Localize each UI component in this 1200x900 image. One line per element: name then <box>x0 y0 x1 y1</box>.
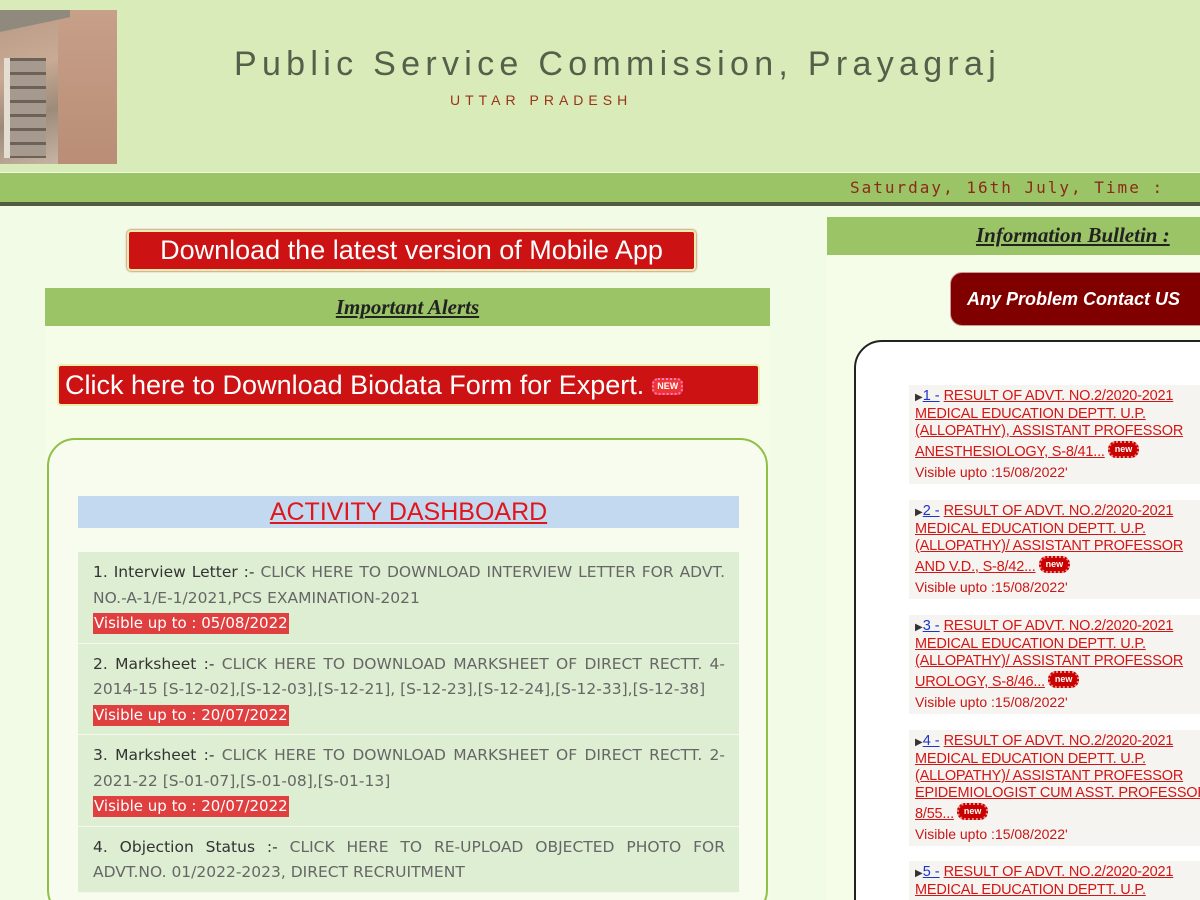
site-title: Public Service Commission, Prayagraj <box>234 45 1002 83</box>
item-label: 2. Marksheet :- <box>93 654 215 673</box>
information-bulletin-header: Information Bulletin : <box>827 217 1200 255</box>
item-link[interactable]: MEDICAL EDUCATION DEPTT. U.P. <box>915 406 1146 422</box>
right-column: Information Bulletin : Any Problem Conta… <box>827 217 1200 900</box>
item-link[interactable]: MEDICAL EDUCATION DEPTT. U.P. <box>915 751 1146 767</box>
item-number[interactable]: 3 - <box>923 618 940 634</box>
item-link[interactable]: MEDICAL EDUCATION DEPTT. U.P. <box>915 882 1146 898</box>
item-number[interactable]: 2 - <box>923 503 940 519</box>
left-column: Download the latest version of Mobile Ap… <box>0 210 815 900</box>
item-link[interactable]: (ALLOPATHY), ASSISTANT PROFESSOR <box>915 423 1183 439</box>
arrow-icon: ▶ <box>915 392 923 403</box>
new-icon: new <box>1047 671 1080 688</box>
bulletin-list: ▶1 - RESULT OF ADVT. NO.2/2020-2021 MEDI… <box>854 340 1200 900</box>
arrow-icon: ▶ <box>915 737 923 748</box>
important-alerts-header: Important Alerts <box>45 288 770 326</box>
visible-until-text: Visible upto :15/08/2022' <box>915 694 1068 710</box>
list-item[interactable]: 4. Objection Status :- CLICK HERE TO RE-… <box>78 826 739 893</box>
biodata-button-label: Click here to Download Biodata Form for … <box>65 370 645 400</box>
new-icon: new <box>1038 556 1071 573</box>
item-label: 4. Objection Status :- <box>93 837 278 856</box>
date-time-ticker: Saturday, 16th July, Time : <box>850 178 1165 197</box>
item-link[interactable]: RESULT OF ADVT. NO.2/2020-2021 <box>944 618 1174 634</box>
visible-until-text: Visible upto :15/08/2022' <box>915 826 1068 842</box>
item-link[interactable]: 8/55... <box>915 806 954 822</box>
list-item[interactable]: ▶4 - RESULT OF ADVT. NO.2/2020-2021 MEDI… <box>909 730 1200 846</box>
item-link[interactable]: RESULT OF ADVT. NO.2/2020-2021 <box>944 388 1174 404</box>
building-photo <box>0 10 117 164</box>
new-icon: new <box>1107 441 1140 458</box>
list-item[interactable]: ▶2 - RESULT OF ADVT. NO.2/2020-2021 MEDI… <box>909 500 1200 599</box>
important-alerts-title: Important Alerts <box>335 295 480 319</box>
visible-until-text: Visible upto :15/08/2022' <box>915 464 1068 480</box>
list-item[interactable]: 3. Marksheet :- CLICK HERE TO DOWNLOAD M… <box>78 735 739 827</box>
item-label: 1. Interview Letter :- <box>93 563 255 581</box>
visible-until-text: Visible upto :15/08/2022' <box>915 579 1068 595</box>
visible-until-badge: Visible up to : 20/07/2022 <box>93 704 289 726</box>
item-link[interactable]: RESULT OF ADVT. NO.2/2020-2021 <box>944 733 1174 749</box>
download-biodata-form-button[interactable]: Click here to Download Biodata Form for … <box>57 364 760 406</box>
information-bulletin-title: Information Bulletin : <box>976 223 1170 247</box>
arrow-icon: ▶ <box>915 622 923 633</box>
item-link[interactable]: (ALLOPATHY)/ ASSISTANT PROFESSOR <box>915 768 1183 784</box>
arrow-icon: ▶ <box>915 507 923 518</box>
item-link[interactable]: (ALLOPATHY)/ ASSISTANT PROFESSOR <box>915 653 1183 669</box>
dashboard-list: 1. Interview Letter :- CLICK HERE TO DOW… <box>78 552 739 893</box>
item-link[interactable]: (ALLOPATHY)/ ASSISTANT PROFESSOR <box>915 538 1183 554</box>
list-item[interactable]: ▶3 - RESULT OF ADVT. NO.2/2020-2021 MEDI… <box>909 615 1200 714</box>
activity-dashboard-title[interactable]: ACTIVITY DASHBOARD <box>78 496 739 528</box>
arrow-icon: ▶ <box>915 868 923 879</box>
item-link[interactable]: EPIDEMIOLOGIST CUM ASST. PROFESSOR <box>915 785 1200 801</box>
contact-us-button[interactable]: Any Problem Contact US <box>950 272 1200 326</box>
item-link[interactable]: MEDICAL EDUCATION DEPTT. U.P. <box>915 521 1146 537</box>
visible-until-badge: Visible up to : 20/07/2022 <box>93 796 289 817</box>
item-link[interactable]: ANESTHESIOLOGY, S-8/41... <box>915 444 1105 460</box>
download-mobile-app-button[interactable]: Download the latest version of Mobile Ap… <box>127 230 696 271</box>
list-item[interactable]: ▶5 - RESULT OF ADVT. NO.2/2020-2021 MEDI… <box>909 861 1200 900</box>
item-link[interactable]: AND V.D., S-8/42... <box>915 559 1036 575</box>
site-header: Public Service Commission, Prayagraj UTT… <box>0 0 1200 172</box>
item-number[interactable]: 4 - <box>923 733 940 749</box>
activity-dashboard: ACTIVITY DASHBOARD 1. Interview Letter :… <box>47 438 768 900</box>
new-icon: NEW <box>652 378 684 396</box>
item-number[interactable]: 5 - <box>923 864 940 880</box>
item-number[interactable]: 1 - <box>923 388 940 404</box>
item-link[interactable]: MEDICAL EDUCATION DEPTT. U.P. <box>915 636 1146 652</box>
list-item[interactable]: ▶1 - RESULT OF ADVT. NO.2/2020-2021 MEDI… <box>909 385 1200 484</box>
list-item[interactable]: 1. Interview Letter :- CLICK HERE TO DOW… <box>78 552 739 644</box>
item-link[interactable]: RESULT OF ADVT. NO.2/2020-2021 <box>944 503 1174 519</box>
item-link[interactable]: RESULT OF ADVT. NO.2/2020-2021 <box>944 864 1174 880</box>
site-subtitle: UTTAR PRADESH <box>450 92 633 108</box>
item-link[interactable]: UROLOGY, S-8/46... <box>915 674 1045 690</box>
date-bar: Saturday, 16th July, Time : <box>0 173 1200 206</box>
new-icon: new <box>956 803 989 820</box>
visible-until-badge: Visible up to : 05/08/2022 <box>93 613 289 634</box>
item-label: 3. Marksheet :- <box>93 746 215 764</box>
list-item[interactable]: 2. Marksheet :- CLICK HERE TO DOWNLOAD M… <box>78 643 739 735</box>
